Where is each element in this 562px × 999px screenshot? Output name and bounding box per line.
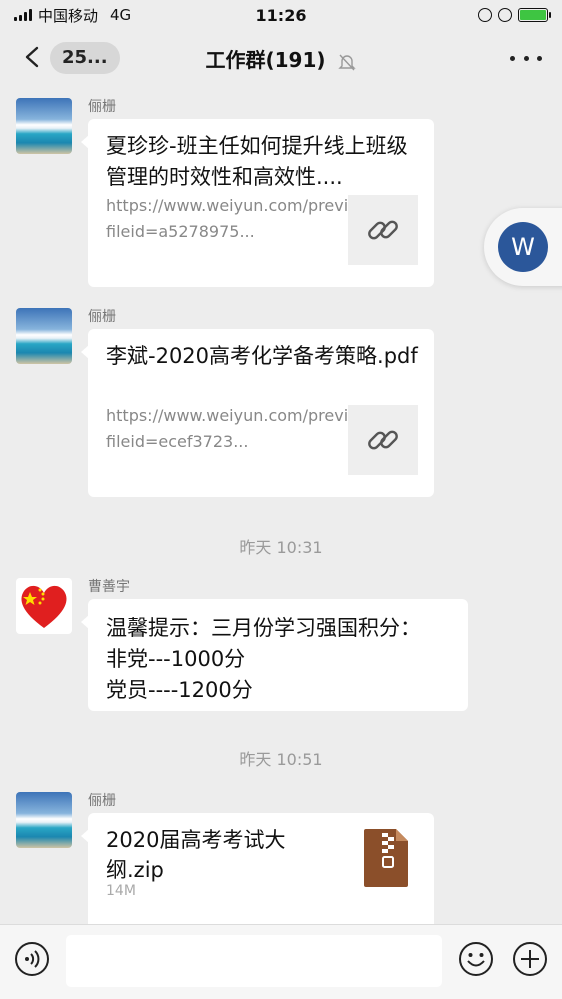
message-timestamp: 昨天 10:51 xyxy=(239,750,323,769)
status-right xyxy=(478,8,551,22)
message-input[interactable] xyxy=(66,935,442,987)
sender-name: 俪栅 xyxy=(88,309,116,325)
avatar[interactable] xyxy=(16,792,72,848)
link-icon xyxy=(368,220,398,240)
chat-title: 工作群(191) xyxy=(205,48,326,72)
bell-off-icon xyxy=(337,54,356,70)
clock: 11:26 xyxy=(255,5,307,25)
link-thumbnail xyxy=(348,195,418,265)
carrier-label: 中国移动 xyxy=(38,6,99,25)
plus-icon[interactable] xyxy=(512,941,548,977)
link-card[interactable]: 夏珍珍-班主任如何提升线上班级管理的时效性和高效性.... https://ww… xyxy=(81,119,434,287)
link-thumbnail xyxy=(348,405,418,475)
chat-title-wrap: 工作群(191) xyxy=(0,44,562,73)
link-url: https://www.weiyun.com/preview?fileid=ec… xyxy=(106,406,380,451)
sender-name: 俪栅 xyxy=(88,793,116,809)
file-card[interactable]: 2020届高考考试大纲.zip 14M xyxy=(81,813,434,924)
sender-name: 曹善宇 xyxy=(88,579,130,595)
ellipsis-icon xyxy=(510,55,515,61)
orientation-lock-icon xyxy=(478,8,492,22)
w-app-icon: W xyxy=(498,222,548,272)
file-size: 14M xyxy=(106,883,136,899)
signal-icon xyxy=(14,9,32,21)
chat-area[interactable]: 俪栅 夏珍珍-班主任如何提升线上班级管理的时效性和高效性.... https:/… xyxy=(0,86,562,924)
status-left: 中国移动 4G xyxy=(14,5,131,26)
sender-name: 俪栅 xyxy=(88,99,116,115)
alarm-icon xyxy=(498,8,512,22)
floating-app-button[interactable]: W xyxy=(484,208,562,286)
avatar[interactable] xyxy=(16,578,72,634)
file-name: 2020届高考考试大纲.zip xyxy=(106,828,286,882)
link-title: 夏珍珍-班主任如何提升线上班级管理的时效性和高效性.... xyxy=(106,134,408,189)
status-bar: 中国移动 4G 11:26 xyxy=(0,0,562,30)
flag-heart-icon xyxy=(21,585,67,628)
avatar[interactable] xyxy=(16,98,72,154)
message-line: 温馨提示：三月份学习强国积分： xyxy=(106,616,421,640)
message-line: 非党---1000分 xyxy=(106,647,246,671)
link-card[interactable]: 李斌-2020高考化学备考策略.pdf https://www.weiyun.c… xyxy=(81,329,434,497)
message-timestamp: 昨天 10:31 xyxy=(239,538,323,557)
zip-file-icon xyxy=(364,829,408,887)
more-button[interactable] xyxy=(510,44,542,72)
message-text: 温馨提示：三月份学习强国积分： 非党---1000分 党员----1200分 xyxy=(106,613,421,706)
link-url: https://www.weiyun.com/preview?fileid=a5… xyxy=(106,196,380,241)
nav-bar: 25... 工作群(191) xyxy=(0,30,562,86)
network-label: 4G xyxy=(110,6,132,24)
voice-icon[interactable] xyxy=(14,941,50,977)
link-title: 李斌-2020高考化学备考策略.pdf xyxy=(106,344,418,368)
link-icon xyxy=(368,430,398,450)
emoji-icon[interactable] xyxy=(458,941,494,977)
text-bubble[interactable]: 温馨提示：三月份学习强国积分： 非党---1000分 党员----1200分 xyxy=(81,599,468,711)
message-line: 党员----1200分 xyxy=(106,678,253,702)
avatar[interactable] xyxy=(16,308,72,364)
battery-icon xyxy=(518,8,551,22)
input-bar xyxy=(0,924,562,999)
